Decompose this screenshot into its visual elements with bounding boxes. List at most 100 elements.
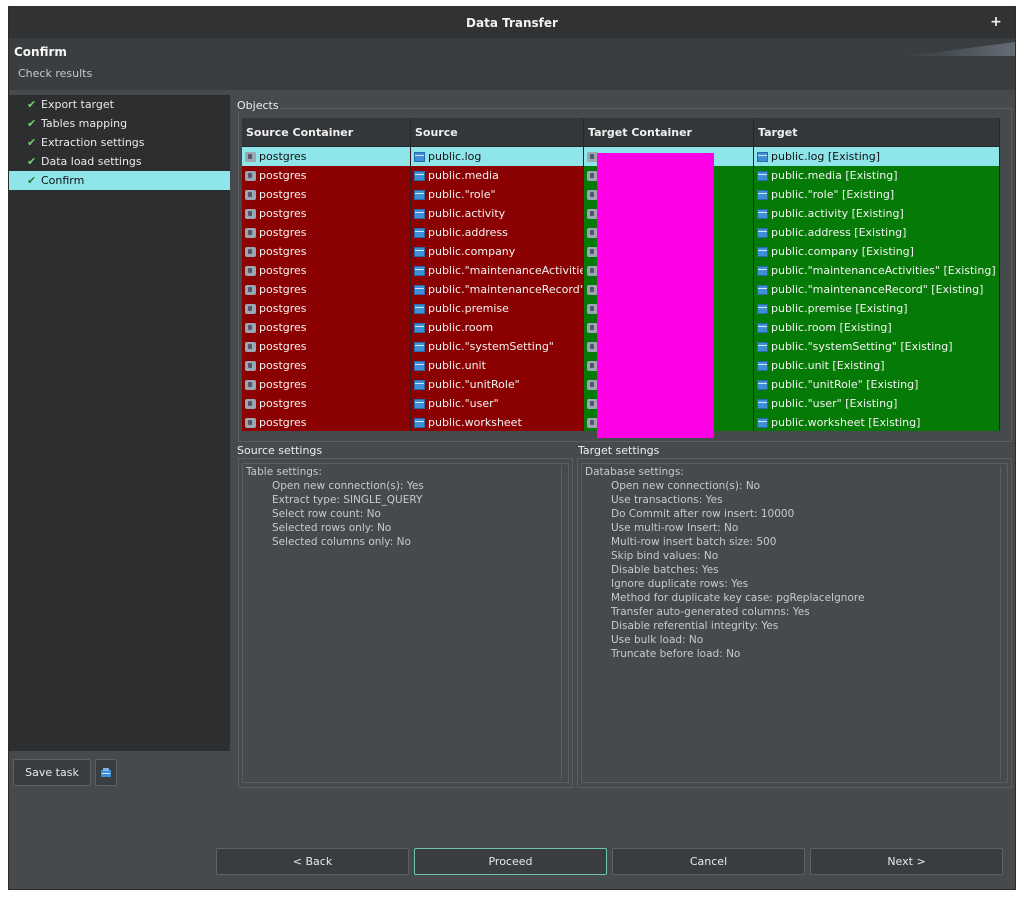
- setting-line: Method for duplicate key case: pgReplace…: [611, 592, 865, 604]
- wizard-steps-sidebar: ✔ Export target ✔ Tables mapping ✔ Extracti…: [9, 95, 230, 751]
- target-cell-text: public.media [Existing]: [771, 169, 898, 182]
- source-cell[interactable]: public.activity: [411, 204, 584, 223]
- source-cell[interactable]: public."maintenanceRecord": [411, 280, 584, 299]
- source-cell-text: public."role": [428, 188, 496, 201]
- table-icon: [414, 379, 425, 390]
- target-cell[interactable]: public.activity [Existing]: [754, 204, 1000, 223]
- sidebar-item-label: Data load settings: [41, 155, 142, 168]
- target-cell-text: public.address [Existing]: [771, 226, 907, 239]
- column-header-source[interactable]: Source: [411, 118, 584, 146]
- source-container-cell[interactable]: postgres: [242, 166, 411, 185]
- source-cell[interactable]: public.premise: [411, 299, 584, 318]
- target-cell-text: public.room [Existing]: [771, 321, 892, 334]
- source-cell-text: public.log: [428, 150, 482, 163]
- source-cell[interactable]: public."maintenanceActivities": [411, 261, 584, 280]
- next-button[interactable]: Next >: [810, 848, 1003, 875]
- data-transfer-window: Data Transfer + Confirm Check results ✔ E…: [8, 6, 1016, 890]
- target-cell-text: public.activity [Existing]: [771, 207, 904, 220]
- target-cell[interactable]: public.company [Existing]: [754, 242, 1000, 261]
- source-container-cell-text: postgres: [259, 188, 307, 201]
- page-subtitle: Check results: [18, 67, 93, 80]
- table-icon: [414, 284, 425, 295]
- table-icon: [414, 398, 425, 409]
- check-icon: ✔: [27, 136, 37, 149]
- source-container-cell[interactable]: postgres: [242, 147, 411, 166]
- target-cell[interactable]: public.premise [Existing]: [754, 299, 1000, 318]
- database-icon: [245, 417, 256, 428]
- source-container-cell-text: postgres: [259, 226, 307, 239]
- setting-line: Disable batches: Yes: [611, 564, 719, 576]
- column-header-target[interactable]: Target: [754, 118, 1000, 146]
- target-cell-text: public."role" [Existing]: [771, 188, 895, 201]
- source-container-cell[interactable]: postgres: [242, 318, 411, 337]
- source-container-cell[interactable]: postgres: [242, 185, 411, 204]
- source-container-cell[interactable]: postgres: [242, 413, 411, 432]
- target-cell[interactable]: public."role" [Existing]: [754, 185, 1000, 204]
- database-icon: [245, 398, 256, 409]
- target-cell[interactable]: public.address [Existing]: [754, 223, 1000, 242]
- setting-line: Selected rows only: No: [272, 522, 392, 534]
- back-button[interactable]: < Back: [216, 848, 409, 875]
- source-container-cell[interactable]: postgres: [242, 223, 411, 242]
- save-icon[interactable]: [95, 759, 117, 786]
- sidebar-item-export-target[interactable]: ✔ Export target: [9, 95, 230, 114]
- source-cell[interactable]: public."role": [411, 185, 584, 204]
- source-cell-text: public."maintenanceRecord": [428, 283, 584, 296]
- source-container-cell[interactable]: postgres: [242, 204, 411, 223]
- source-cell[interactable]: public.address: [411, 223, 584, 242]
- target-cell[interactable]: public.media [Existing]: [754, 166, 1000, 185]
- target-cell[interactable]: public."maintenanceActivities" [Existing…: [754, 261, 1000, 280]
- target-settings-heading: Database settings:: [585, 466, 684, 478]
- setting-line: Truncate before load: No: [611, 648, 741, 660]
- column-header-target-container[interactable]: Target Container: [584, 118, 754, 146]
- source-container-cell-text: postgres: [259, 321, 307, 334]
- database-icon: [245, 360, 256, 371]
- source-container-cell[interactable]: postgres: [242, 375, 411, 394]
- source-container-cell[interactable]: postgres: [242, 280, 411, 299]
- target-cell[interactable]: public.log [Existing]: [754, 147, 1000, 166]
- target-cell[interactable]: public."user" [Existing]: [754, 394, 1000, 413]
- proceed-button[interactable]: Proceed: [414, 848, 607, 875]
- plus-icon[interactable]: +: [987, 12, 1005, 32]
- vertical-scrollbar[interactable]: [1000, 466, 1005, 780]
- vertical-scrollbar[interactable]: [561, 466, 566, 780]
- table-icon: [757, 284, 768, 295]
- source-container-cell[interactable]: postgres: [242, 394, 411, 413]
- source-cell[interactable]: public."unitRole": [411, 375, 584, 394]
- source-cell[interactable]: public.room: [411, 318, 584, 337]
- save-task-button[interactable]: Save task: [13, 759, 91, 786]
- setting-line: Selected columns only: No: [272, 536, 411, 548]
- source-container-cell-text: postgres: [259, 378, 307, 391]
- source-cell[interactable]: public.unit: [411, 356, 584, 375]
- source-container-cell[interactable]: postgres: [242, 261, 411, 280]
- source-cell[interactable]: public.log: [411, 147, 584, 166]
- target-cell[interactable]: public."systemSetting" [Existing]: [754, 337, 1000, 356]
- target-cell[interactable]: public."unitRole" [Existing]: [754, 375, 1000, 394]
- source-container-cell-text: postgres: [259, 416, 307, 429]
- sidebar-item-extraction-settings[interactable]: ✔ Extraction settings: [9, 133, 230, 152]
- database-icon: [245, 322, 256, 333]
- source-container-cell[interactable]: postgres: [242, 356, 411, 375]
- source-container-cell[interactable]: postgres: [242, 337, 411, 356]
- source-cell[interactable]: public.company: [411, 242, 584, 261]
- source-cell[interactable]: public.worksheet: [411, 413, 584, 432]
- source-cell[interactable]: public."user": [411, 394, 584, 413]
- table-header: Source Container Source Target Container…: [242, 118, 1000, 147]
- column-header-source-container[interactable]: Source Container: [242, 118, 411, 146]
- source-cell-text: public.media: [428, 169, 499, 182]
- target-cell[interactable]: public."maintenanceRecord" [Existing]: [754, 280, 1000, 299]
- sidebar-item-confirm[interactable]: ✔ Confirm: [9, 171, 230, 190]
- source-cell[interactable]: public."systemSetting": [411, 337, 584, 356]
- source-container-cell[interactable]: postgres: [242, 299, 411, 318]
- table-icon: [757, 189, 768, 200]
- source-container-cell-text: postgres: [259, 245, 307, 258]
- source-container-cell[interactable]: postgres: [242, 242, 411, 261]
- source-cell[interactable]: public.media: [411, 166, 584, 185]
- cancel-button[interactable]: Cancel: [612, 848, 805, 875]
- target-cell[interactable]: public.unit [Existing]: [754, 356, 1000, 375]
- target-cell[interactable]: public.worksheet [Existing]: [754, 413, 1000, 432]
- sidebar-item-tables-mapping[interactable]: ✔ Tables mapping: [9, 114, 230, 133]
- table-icon: [757, 398, 768, 409]
- sidebar-item-data-load-settings[interactable]: ✔ Data load settings: [9, 152, 230, 171]
- target-cell[interactable]: public.room [Existing]: [754, 318, 1000, 337]
